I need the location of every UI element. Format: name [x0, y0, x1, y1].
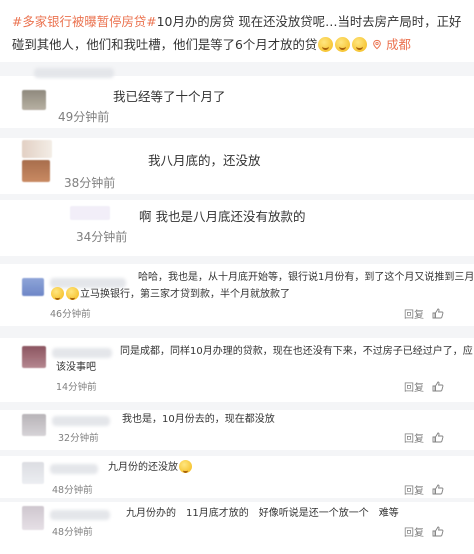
comment-time: 49分钟前 [58, 110, 110, 124]
comment-item: 啊 我也是八月底还没有放款的 34分钟前 [0, 200, 474, 256]
grimace-emoji-icon [51, 287, 64, 300]
comment-time: 34分钟前 [76, 230, 128, 244]
comment-actions: 回复 [404, 430, 460, 445]
thumbs-up-icon[interactable] [432, 526, 444, 537]
comment-text: 我也是，10月份去的，现在都没放 [122, 414, 275, 425]
thumbs-up-icon[interactable] [432, 484, 444, 495]
comment-time: 14分钟前 [56, 382, 97, 393]
location-pin-icon [373, 39, 382, 50]
comment-text: 我八月底的，还没放 [148, 153, 261, 168]
username [50, 510, 110, 520]
avatar[interactable] [22, 414, 46, 436]
avatar[interactable] [22, 90, 46, 110]
section-divider [0, 256, 474, 264]
comment-time: 48分钟前 [52, 527, 93, 538]
username [52, 416, 110, 426]
avatar[interactable] [22, 346, 46, 368]
section-divider [0, 326, 474, 338]
thumbs-up-icon[interactable] [432, 381, 444, 392]
username [52, 348, 112, 358]
comment-time: 32分钟前 [58, 433, 99, 444]
comment-text-line2: 立马换银行，第三家才贷到款，半个月就放款了 [50, 287, 290, 303]
avatar[interactable] [70, 206, 110, 220]
comment-text: 同是成都，同样10月办理的贷款，现在也还没有下来，不过房子已经过户了，应 [120, 346, 473, 357]
post-text-line1: 10月办的房贷 现在还没放贷呢…当时去房产局时，正好 [156, 14, 462, 29]
comment-text: 啊 我也是八月底还没有放款的 [139, 209, 306, 224]
comment-text: 九月份办的 11月底才放的 好像听说是还一个放一个 难等 [126, 508, 399, 519]
grimace-emoji-icon [318, 37, 334, 52]
section-divider [0, 402, 474, 410]
comment-text-line2: 该没事吧 [56, 362, 96, 373]
hashtag-link[interactable]: #多家银行被曝暂停房贷# [12, 14, 157, 29]
post-text-line2: 碰到其他人，他们和我吐槽，他们是等了6个月才放的贷 [12, 37, 318, 52]
reply-button[interactable]: 回复 [404, 306, 424, 321]
grimace-emoji-icon [66, 287, 79, 300]
username [34, 68, 114, 78]
thumbs-up-icon[interactable] [432, 432, 444, 443]
comment-text: 九月份的还没放 [108, 462, 178, 473]
avatar[interactable] [22, 506, 44, 530]
reply-button[interactable]: 回复 [404, 524, 424, 539]
comment-item: 我八月底的，还没放 38分钟前 [0, 138, 474, 196]
comment-text: 哈哈，我也是，从十月底开始等，银行说1月份有，到了这个月又说推到三月 [138, 272, 474, 283]
reply-button[interactable]: 回复 [404, 379, 424, 394]
avatar[interactable] [22, 462, 44, 484]
thumbs-up-icon[interactable] [432, 308, 444, 319]
comment-time: 46分钟前 [50, 309, 91, 320]
avatar[interactable] [22, 140, 52, 158]
comment-item: 哈哈，我也是，从十月底开始等，银行说1月份有，到了这个月又说推到三月 立马换银行… [0, 264, 474, 326]
location-label: 成都 [386, 37, 411, 52]
grimace-emoji-icon [352, 37, 368, 52]
comment-text: 我已经等了十个月了 [113, 89, 226, 104]
section-divider [0, 128, 474, 138]
post-text: #多家银行被曝暂停房贷#10月办的房贷 现在还没放贷呢…当时去房产局时，正好 碰… [0, 0, 474, 62]
username [50, 464, 98, 474]
comment-actions: 回复 [404, 379, 460, 394]
comment-text-row: 九月份的还没放 [108, 460, 193, 476]
location-link[interactable]: 成都 [372, 37, 411, 52]
comment-actions: 回复 [404, 482, 460, 497]
comment-time: 48分钟前 [52, 485, 93, 496]
avatar[interactable] [22, 278, 44, 296]
reply-button[interactable]: 回复 [404, 482, 424, 497]
comment-actions: 回复 [404, 306, 460, 321]
comment-actions: 回复 [404, 524, 460, 539]
comment-item: 同是成都，同样10月办理的贷款，现在也还没有下来，不过房子已经过户了，应 该没事… [0, 338, 474, 402]
reply-button[interactable]: 回复 [404, 430, 424, 445]
grimace-emoji-icon [179, 460, 192, 473]
comment-item: 九月份办的 11月底才放的 好像听说是还一个放一个 难等 48分钟前 回复 [0, 502, 474, 554]
grimace-emoji-icon [335, 37, 351, 52]
avatar[interactable] [22, 160, 50, 182]
comment-item: 我已经等了十个月了 49分钟前 [0, 64, 474, 128]
comment-item: 我也是，10月份去的，现在都没放 32分钟前 回复 [0, 410, 474, 450]
comment-item: 九月份的还没放 48分钟前 回复 [0, 456, 474, 498]
comment-time: 38分钟前 [64, 176, 116, 190]
